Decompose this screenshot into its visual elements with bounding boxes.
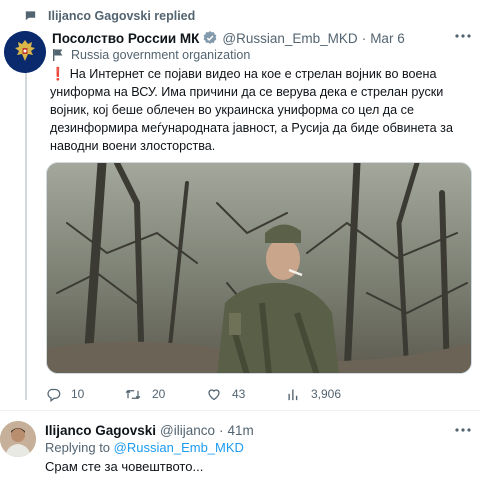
- embassy-avatar[interactable]: [4, 31, 46, 73]
- tweet-actions: 10 20 43 3,906: [46, 384, 472, 404]
- replying-to: Replying to @Russian_Emb_MKD: [45, 440, 244, 455]
- replied-context: Ilijanco Gagovski replied: [20, 7, 195, 25]
- reply-count: 10: [71, 387, 85, 401]
- speech-bubble-icon: [20, 8, 40, 24]
- like-button[interactable]: 43: [206, 384, 245, 404]
- reply-author-handle[interactable]: @ilijanco: [160, 423, 215, 438]
- replied-label[interactable]: Ilijanco Gagovski replied: [48, 9, 195, 23]
- heart-icon: [208, 388, 220, 400]
- retweet-icon: [125, 389, 141, 399]
- reply-header: Ilijanco Gagovski @ilijanco · 41m: [45, 421, 254, 439]
- reply-button[interactable]: 10: [46, 384, 84, 404]
- flag-icon: [52, 48, 66, 62]
- verified-gray-badge-icon[interactable]: [202, 30, 218, 46]
- tweet-header: Посолство России МК @Russian_Emb_MKD · M…: [52, 29, 472, 47]
- retweet-count: 20: [152, 387, 166, 401]
- thread-connector-line: [25, 66, 27, 400]
- reply-icon: [47, 388, 61, 402]
- tweet-media-photo[interactable]: [46, 162, 472, 374]
- like-count: 43: [232, 387, 246, 401]
- exclamation-icon: ❗: [50, 67, 66, 81]
- replying-to-handle-link[interactable]: @Russian_Emb_MKD: [114, 440, 244, 455]
- reply-body-text: Срам сте за човештвото...: [45, 459, 204, 474]
- more-dots-icon[interactable]: [452, 420, 474, 440]
- reply-author-display-name[interactable]: Ilijanco Gagovski: [45, 423, 156, 438]
- author-display-name[interactable]: Посолство России МК: [52, 31, 199, 46]
- author-handle[interactable]: @Russian_Emb_MKD: [222, 31, 357, 46]
- more-dots-icon[interactable]: [452, 26, 474, 46]
- tweet-body: ❗ На Интернет се појави видео на кое е ст…: [50, 65, 472, 155]
- retweet-button[interactable]: 20: [124, 384, 165, 404]
- reply-author-avatar[interactable]: [0, 421, 36, 457]
- separator-dot: ·: [361, 30, 367, 46]
- soldier-in-forest-photo: [47, 163, 471, 373]
- government-org-label[interactable]: Russia government organization: [52, 47, 250, 63]
- divider: [0, 410, 480, 411]
- tweet-body-text: На Интернет се појави видео на кое е стр…: [50, 67, 453, 153]
- replying-to-prefix: Replying to: [45, 440, 111, 455]
- separator-dot: ·: [219, 422, 224, 438]
- views-count: 3,906: [311, 387, 342, 401]
- views-button[interactable]: 3,906: [286, 384, 341, 404]
- views-bar-chart-icon: [288, 389, 298, 400]
- tweet-date[interactable]: Mar 6: [370, 31, 405, 46]
- double-headed-eagle-emblem-icon: [4, 31, 46, 73]
- org-label-text: Russia government organization: [71, 48, 251, 62]
- reply-time[interactable]: 41m: [228, 423, 254, 438]
